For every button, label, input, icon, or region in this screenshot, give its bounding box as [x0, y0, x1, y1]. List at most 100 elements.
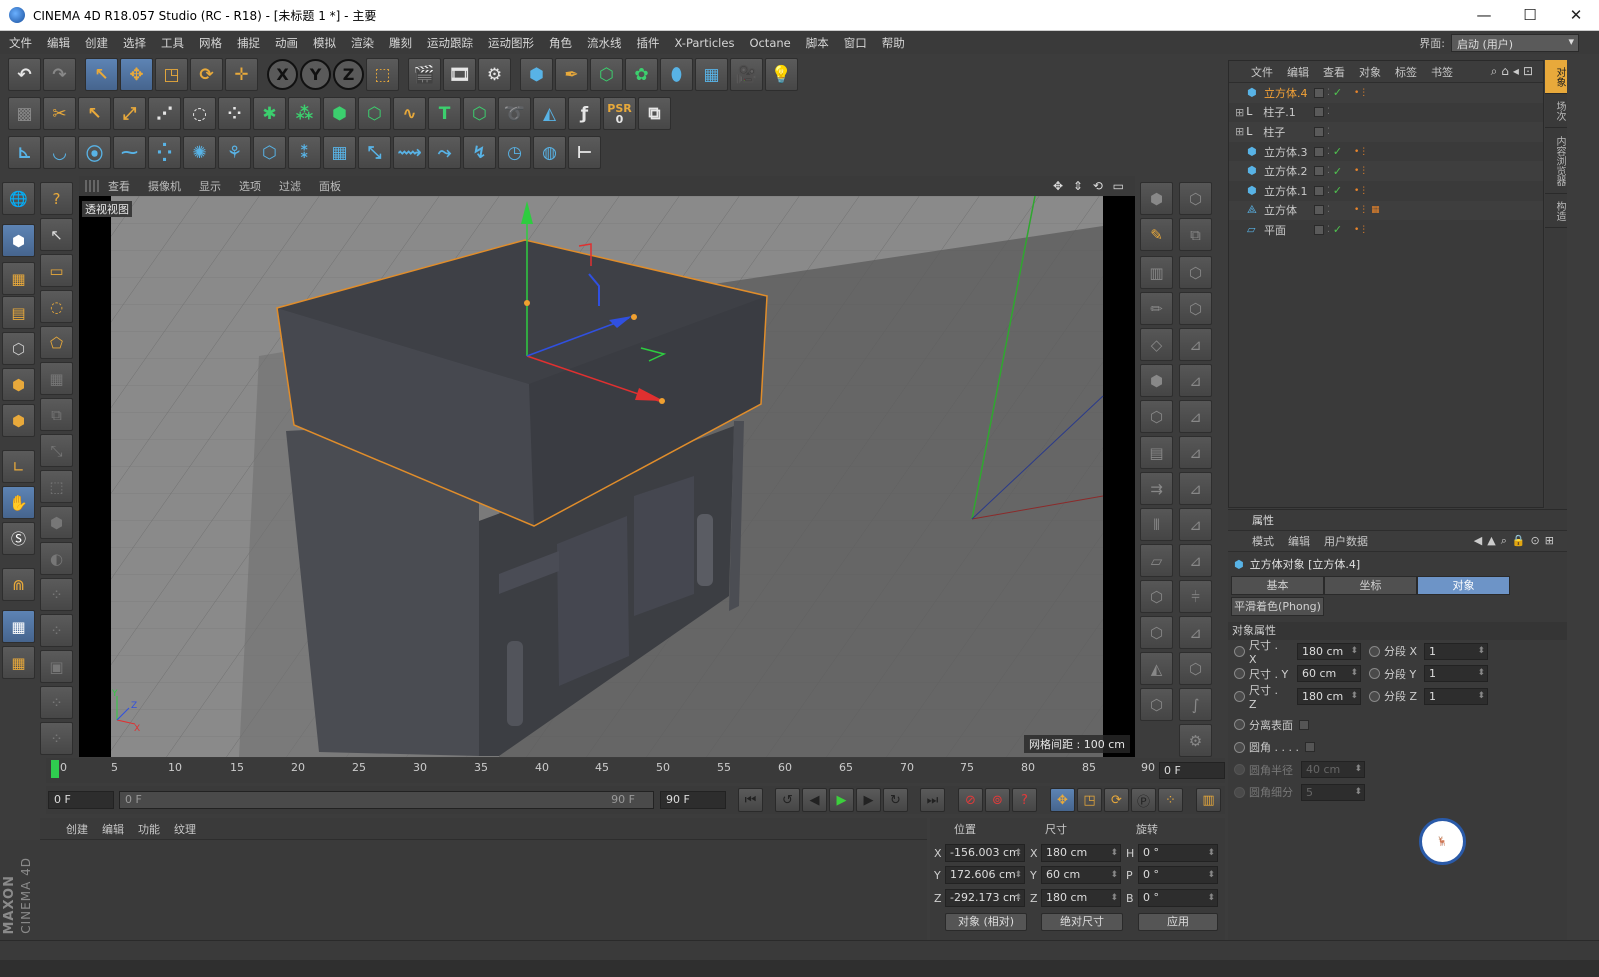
cube-outline-icon[interactable]: ⬡	[1179, 256, 1212, 289]
polygons-icon[interactable]: ⬢	[2, 404, 35, 437]
slab-icon[interactable]: ▱	[1140, 544, 1173, 577]
autokey-icon[interactable]: ⊚	[985, 788, 1010, 812]
cube-wire-icon[interactable]: ⬡	[1140, 580, 1173, 613]
pencil-icon[interactable]: ✏	[1140, 292, 1173, 325]
fx-xpresso-icon[interactable]: ƒ	[568, 97, 601, 130]
menu-create[interactable]: 创建	[76, 35, 114, 51]
object-tags[interactable]: •⋮	[1354, 166, 1368, 176]
close-button[interactable]: ✕	[1553, 0, 1599, 31]
menu-tools[interactable]: 工具	[152, 35, 190, 51]
expand-icon[interactable]: ⊞	[1235, 125, 1244, 138]
object-row[interactable]: ⬢ 立方体.2 ⁚ ✓ •⋮	[1229, 161, 1543, 181]
viewport-menu-display[interactable]: 显示	[190, 178, 230, 194]
visibility-flag[interactable]	[1314, 185, 1324, 196]
workplane-align-icon[interactable]: ▦	[2, 646, 35, 679]
side-tab-content-browser[interactable]: 内容浏览器	[1545, 128, 1567, 194]
om-menu-objects[interactable]: 对象	[1352, 64, 1388, 80]
start-frame-field[interactable]: 0 F	[48, 791, 114, 809]
side-tab-objects[interactable]: 对象	[1545, 60, 1567, 94]
tab-object[interactable]: 对象	[1417, 576, 1510, 595]
object-tags[interactable]: •⋮	[1354, 147, 1368, 157]
polygon-selection-icon[interactable]: ⬠	[40, 326, 73, 359]
loop-selection-icon[interactable]: ⤢	[113, 97, 146, 130]
key-position-icon[interactable]: ✥	[1050, 788, 1075, 812]
om-menu-tags[interactable]: 标签	[1388, 64, 1424, 80]
tab-basic[interactable]: 基本	[1231, 576, 1324, 595]
explosion-icon[interactable]: ⤡	[358, 136, 391, 169]
play-icon[interactable]: ▶	[829, 788, 854, 812]
pos-z-field[interactable]: -292.173 cm	[945, 889, 1025, 907]
apply-button[interactable]: 应用	[1138, 913, 1218, 931]
align-icon[interactable]: ⬚	[40, 470, 73, 503]
camera-icon[interactable]: 🎥	[730, 58, 763, 91]
cube-wire-3-icon[interactable]: ⬡	[1140, 688, 1173, 721]
brush-icon[interactable]: ✎	[1140, 218, 1173, 251]
frame-icon[interactable]: ▣	[40, 650, 73, 683]
object-row[interactable]: ⬢ 立方体.1 ⁚ ✓ •⋮	[1229, 181, 1543, 201]
spline-wrap-icon[interactable]: ⁓	[113, 136, 146, 169]
size-x-field[interactable]: 180 cm	[1041, 844, 1121, 862]
attr-menu-user-data[interactable]: 用户数据	[1324, 533, 1382, 549]
enabled-check[interactable]: ✓	[1333, 145, 1342, 158]
keyframe-help-icon[interactable]: ?	[1012, 788, 1037, 812]
render-view-icon[interactable]: 🎬	[408, 58, 441, 91]
menu-edit[interactable]: 编辑	[38, 35, 76, 51]
enabled-check[interactable]: ✓	[1333, 165, 1342, 178]
x-axis-lock-button[interactable]: X	[267, 59, 298, 90]
maximize-button[interactable]: ☐	[1507, 0, 1553, 31]
key-pla-icon[interactable]: ⁘	[1158, 788, 1183, 812]
menu-mesh[interactable]: 网格	[190, 35, 228, 51]
stairs-5-icon[interactable]: ⊿	[1179, 472, 1212, 505]
selection-arrow-icon[interactable]: ↖	[40, 218, 73, 251]
menu-mograph[interactable]: 运动图形	[479, 35, 540, 51]
workplane-lock-icon[interactable]: ▦	[2, 610, 35, 643]
menu-motion-tracking[interactable]: 运动跟踪	[418, 35, 479, 51]
particle-emitter-icon[interactable]: ◍	[533, 136, 566, 169]
side-tab-takes[interactable]: 场次	[1545, 94, 1567, 128]
polygons-mode-icon[interactable]: ⁘	[218, 97, 251, 130]
visibility-flag[interactable]	[1314, 126, 1324, 137]
visibility-flag[interactable]	[1314, 166, 1324, 177]
rect-selection-icon[interactable]: ▭	[40, 254, 73, 287]
cube-snap-icon[interactable]: ⬢	[1140, 182, 1173, 215]
menu-snap[interactable]: 捕捉	[228, 35, 266, 51]
record-key-icon[interactable]: ⊘	[958, 788, 983, 812]
visibility-flag[interactable]	[1314, 224, 1324, 235]
fillet-checkbox[interactable]	[1304, 742, 1315, 753]
floor-environment-icon[interactable]: ▦	[695, 58, 728, 91]
sculpt-icon[interactable]: ◭	[533, 97, 566, 130]
viewport-menu-options[interactable]: 选项	[230, 178, 270, 194]
tab-phong[interactable]: 平滑着色(Phong)	[1231, 597, 1324, 616]
cube-outline-2-icon[interactable]: ⬡	[1179, 292, 1212, 325]
attr-toolbar-icons[interactable]: ◀▲⌕🔒⊙⊞	[1474, 534, 1559, 548]
bowl-deformer-icon[interactable]: ◡	[43, 136, 76, 169]
perspective-viewport[interactable]: Y Z X	[79, 196, 1135, 757]
prev-key-icon[interactable]: ↺	[775, 788, 800, 812]
visibility-flag[interactable]	[1314, 87, 1324, 98]
menu-file[interactable]: 文件	[0, 35, 38, 51]
tweak-mode-icon[interactable]: ✋	[2, 486, 35, 519]
menu-select[interactable]: 选择	[114, 35, 152, 51]
animate-radio[interactable]	[1234, 668, 1245, 680]
stairs-8-icon[interactable]: ⊿	[1179, 616, 1212, 649]
menu-character[interactable]: 角色	[540, 35, 578, 51]
arrows-icon[interactable]: ⇉	[1140, 472, 1173, 505]
expand-icon[interactable]: ⊞	[1235, 106, 1244, 119]
playhead-marker[interactable]	[51, 760, 59, 778]
stairs-4-icon[interactable]: ⊿	[1179, 436, 1212, 469]
pen-spline-icon[interactable]: ✒	[555, 58, 588, 91]
size-x-field[interactable]: 180 cm	[1297, 642, 1361, 660]
render-picture-viewer-icon[interactable]: 🎞	[443, 58, 476, 91]
grid-array-icon[interactable]: ▦	[323, 136, 356, 169]
connect-objects-icon[interactable]: ⬡	[253, 136, 286, 169]
shield-icon[interactable]: ◇	[1140, 328, 1173, 361]
edges-mode-icon[interactable]: ◌	[183, 97, 216, 130]
om-toolbar-icons[interactable]: ⌕⌂◂⊡	[1491, 64, 1537, 79]
shape-icon[interactable]: ⬢	[40, 506, 73, 539]
box-icon[interactable]: ⬡	[1140, 400, 1173, 433]
solo-icon[interactable]: Ⓢ	[2, 522, 35, 555]
extrude-inner-icon[interactable]: ⬢	[323, 97, 356, 130]
lasso-selection-icon[interactable]: ◌	[40, 290, 73, 323]
menu-simulate[interactable]: 模拟	[304, 35, 342, 51]
render-settings-icon[interactable]: ⚙	[478, 58, 511, 91]
